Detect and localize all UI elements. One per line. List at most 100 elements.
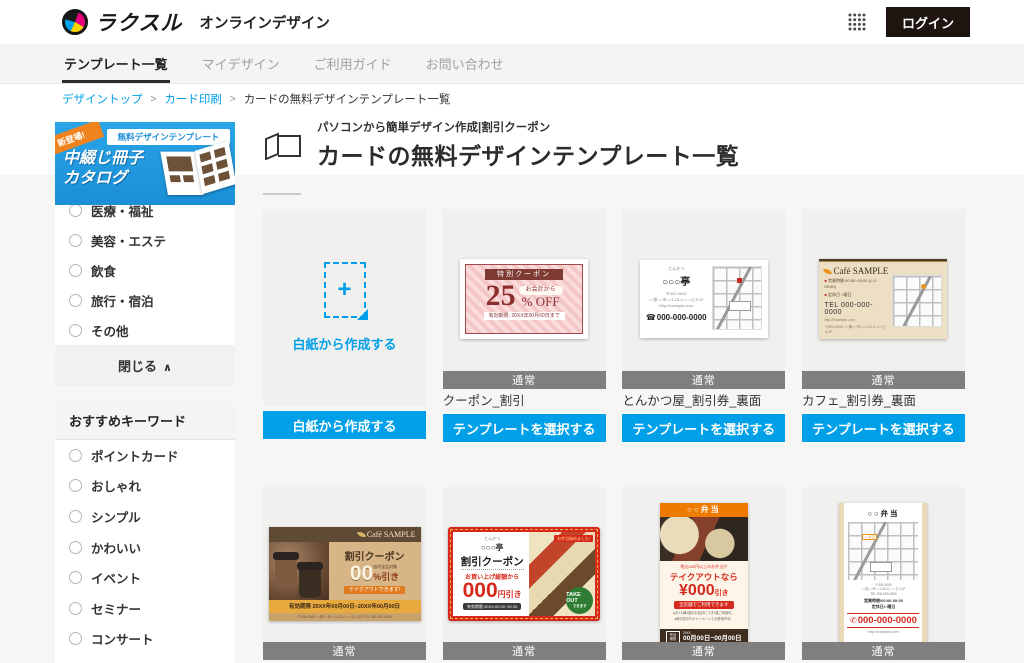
template-preview-cafe[interactable]: Café SAMPLE ■ 営業時間 00:00~00:00 (L.O. 00:… [802, 209, 965, 389]
template-preview-bento-takeout[interactable]: ○○弁当 税込000円以上のお弁当が テイクアウトなら ¥000 引き 全店舗で… [622, 487, 785, 660]
category-filter-box: 医療・福祉 美容・エステ 飲食 旅行・宿泊 その他 閉じる∧ [55, 191, 235, 386]
create-from-blank-button[interactable]: 白紙から作成する [263, 411, 426, 439]
template-preview-bento-map[interactable]: ○○弁当 ○○弁当 〒000-0000 ○○県○○市○○1-23-4 ○○○ビル… [802, 487, 965, 660]
cafe-address: 〒000-0000 ○○県○○市○○1-23-4 ○○○ビル1F [824, 325, 888, 335]
select-template-button[interactable]: テンプレートを選択する [622, 414, 785, 442]
cafe-coupon-title: 割引クーポン [345, 548, 405, 563]
blank-create-label: 白紙から作成する [292, 334, 396, 353]
template-card-bento-coupon: とんかつ ○○○亭 割引クーポン お買い上げ総額から 000 円引き 有効期限 … [443, 487, 606, 660]
keyword-option-stylish[interactable]: おしゃれ [55, 471, 235, 502]
bento-coupon-expiry: 有効期限 20XX.00.00~00.00 [463, 603, 521, 610]
template-preview-bento-coupon[interactable]: とんかつ ○○○亭 割引クーポン お買い上げ総額から 000 円引き 有効期限 … [443, 487, 606, 660]
bento-takeout-title: テイクアウトなら [670, 571, 738, 583]
leaf-icon [823, 267, 832, 276]
cafe-coupon-preview-image: Café SAMPLE 割引クーポン 00 [269, 527, 421, 621]
collapse-button[interactable]: 閉じる ∧ [55, 345, 235, 386]
template-card-tonkatsu: とんかつ ○○○亭 〒000-0000 ○○県○○市○○1-23-4 ○○○ビル… [622, 209, 785, 442]
bento-coupon-suffix: 円引き [498, 589, 522, 601]
apps-grid-icon[interactable] [848, 13, 866, 31]
keyword-label: かわいい [91, 538, 141, 557]
bento-map-preview-image: ○○弁当 ○○弁当 〒000-0000 ○○県○○市○○1-23-4 ○○○ビル… [839, 503, 927, 645]
template-preview-coupon[interactable]: 特別クーポン 25 お会計から % OFF 有効期限: 20XX年00月00日ま… [443, 209, 606, 389]
fine-print: ●他の割引やキャンペーンとの併用不可。 [674, 617, 733, 622]
template-preview-cafe-coupon[interactable]: Café SAMPLE 割引クーポン 00 [263, 487, 426, 660]
nav-tab-template-list[interactable]: テンプレート一覧 [62, 44, 170, 83]
keyword-option-recruit[interactable]: 求人 [55, 654, 235, 663]
hours-label: 営業時間 [828, 278, 844, 283]
category-option-other[interactable]: その他 [55, 315, 235, 345]
status-badge: 通常 [443, 642, 606, 660]
keyword-option-simple[interactable]: シンプル [55, 501, 235, 532]
page: ラクスル オンラインデザイン ログイン テンプレート一覧 マイデザイン ご利用ガ… [0, 0, 1024, 663]
template-name: カフェ_割引券_裏面 [802, 393, 965, 409]
page-subtitle: パソコンから簡単デザイン作成|割引クーポン [317, 119, 739, 135]
booklet-image [161, 142, 235, 205]
bento-takeout-suffix: 引き [715, 588, 729, 599]
blank-create-tile[interactable]: + 白紙から作成する [263, 209, 426, 406]
radio-icon [69, 510, 82, 523]
template-card-coupon: 特別クーポン 25 お会計から % OFF 有効期限: 20XX年00月00日ま… [443, 209, 606, 442]
select-template-button[interactable]: テンプレートを選択する [802, 414, 965, 442]
select-template-button[interactable]: テンプレートを選択する [443, 414, 606, 442]
category-option-travel[interactable]: 旅行・宿泊 [55, 285, 235, 315]
tonkatsu-preview-image: とんかつ ○○○亭 〒000-0000 ○○県○○市○○1-23-4 ○○○ビル… [640, 260, 768, 338]
map-road [893, 275, 933, 327]
breadcrumb-link-design-top[interactable]: デザイントップ [62, 91, 143, 107]
keyword-option-cute[interactable]: かわいい [55, 532, 235, 563]
keywords-title: おすすめキーワード [55, 402, 235, 440]
login-button[interactable]: ログイン [886, 7, 970, 37]
breadcrumb: デザイントップ > カード印刷 > カードの無料デザインテンプレート一覧 [0, 84, 1024, 114]
coupon-unit: % OFF [522, 295, 560, 309]
template-card-bento-takeout: ○○弁当 税込000円以上のお弁当が テイクアウトなら ¥000 引き 全店舗で… [622, 487, 785, 660]
brand-logo-text[interactable]: ラクスル [95, 7, 182, 37]
fold-corner-icon [357, 309, 368, 320]
keyword-option-event[interactable]: イベント [55, 562, 235, 593]
template-card-cafe: Café SAMPLE ■ 営業時間 00:00~00:00 (L.O. 00:… [802, 209, 965, 442]
keyword-label: おしゃれ [91, 476, 141, 495]
category-option-food[interactable]: 飲食 [55, 255, 235, 285]
takeout-pill: テイクアウトできます! [344, 586, 405, 594]
category-label: その他 [91, 321, 129, 340]
map-road [712, 266, 752, 330]
shop-tel: 000-000-0000 [657, 313, 707, 322]
raksul-logo-icon[interactable] [62, 9, 88, 35]
breadcrumb-link-card-print[interactable]: カード印刷 [164, 91, 222, 107]
cafe-preview-image: Café SAMPLE ■ 営業時間 00:00~00:00 (L.O. 00:… [819, 259, 947, 339]
map-marker [737, 278, 742, 283]
breadcrumb-separator: > [151, 94, 157, 105]
takeout-text: TAKE OUT [566, 592, 593, 604]
coupon-expiry: 有効期限: 20XX年00月00日まで [484, 312, 565, 320]
template-card-bento-map: ○○弁当 ○○弁当 〒000-0000 ○○県○○市○○1-23-4 ○○○ビル… [802, 487, 965, 660]
keyword-label: コンサート [91, 629, 154, 648]
collapse-label: 閉じる [118, 359, 157, 374]
nav-tab-guide[interactable]: ご利用ガイド [312, 44, 394, 83]
chevron-up-icon: ∧ [163, 362, 172, 374]
nav-tab-my-design[interactable]: マイデザイン [200, 44, 282, 83]
radio-icon [69, 264, 82, 277]
banner-title-line2: カタログ [63, 169, 143, 189]
keyword-label: イベント [91, 568, 141, 587]
holiday-label: 定休日 [828, 292, 840, 297]
banner-tagline: 無料デザインテンプレート [107, 129, 230, 145]
status-badge: 通常 [622, 371, 785, 389]
catalog-banner[interactable]: 新登場! 無料デザインテンプレート 中綴じ冊子 カタログ [55, 122, 235, 205]
shop-tel: 000-000-0000 [847, 613, 919, 628]
keyword-option-seminar[interactable]: セミナー [55, 593, 235, 624]
keyword-label: シンプル [91, 507, 141, 526]
template-preview-tonkatsu[interactable]: とんかつ ○○○亭 〒000-0000 ○○県○○市○○1-23-4 ○○○ビル… [622, 209, 785, 389]
bento-coupon-title: 割引クーポン [461, 554, 524, 570]
cafe-coupon-amount: 00 [350, 563, 373, 584]
keyword-option-concert[interactable]: コンサート [55, 624, 235, 655]
radio-icon [69, 479, 82, 492]
holiday-line: 定休日/○曜日 [864, 604, 903, 610]
radio-icon [69, 602, 82, 615]
bento-takeout-amount: ¥000 [679, 583, 715, 599]
map-image [892, 275, 942, 327]
shop-url: http://example.com [659, 303, 693, 309]
status-badge: 通常 [443, 371, 606, 389]
keyword-option-point-card[interactable]: ポイントカード [55, 440, 235, 471]
cafe-url: http://example.com [824, 318, 888, 323]
radio-icon [69, 541, 82, 554]
category-option-beauty[interactable]: 美容・エステ [55, 225, 235, 255]
nav-tab-contact[interactable]: お問い合わせ [424, 44, 506, 83]
